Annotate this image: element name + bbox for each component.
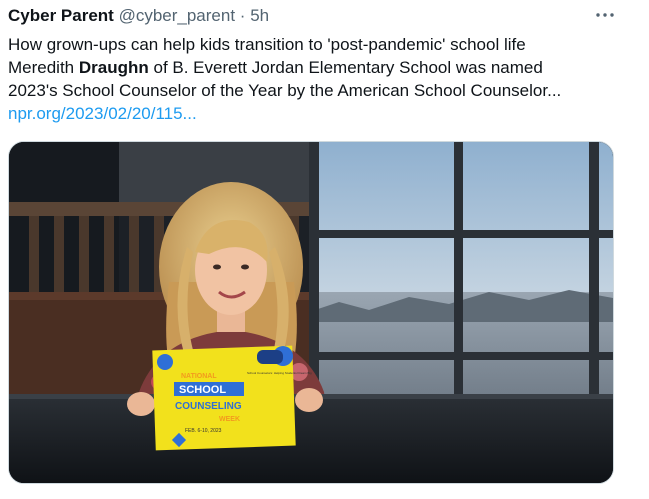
tweet-line-1: How grown-ups can help kids transition t…	[8, 35, 526, 54]
board-line-1: NATIONAL	[181, 373, 217, 380]
counseling-week-board: NATIONAL SCHOOL COUNSELING WEEK FEB. 6-1…	[152, 345, 312, 451]
board-side-text: School Counselors: Helping Students Drea…	[247, 371, 312, 375]
board-line-3: COUNSELING	[175, 401, 242, 412]
photo-illustration: NATIONAL SCHOOL COUNSELING WEEK FEB. 6-1…	[9, 142, 613, 483]
tweet-line-2: Meredith Draughn of B. Everett Jordan El…	[8, 56, 628, 79]
bold-name: Draughn	[78, 58, 149, 77]
separator-dot: ·	[239, 6, 246, 25]
tweet-card[interactable]: Cyber Parent @cyber_parent · 5h How grow…	[0, 0, 649, 499]
board-line-4: WEEK	[219, 416, 240, 423]
board-line-2: SCHOOL	[179, 384, 226, 396]
more-horizontal-icon[interactable]	[592, 4, 618, 26]
board-dates: FEB. 6-10, 2023	[185, 428, 222, 434]
tweet-line-3: 2023's School Counselor of the Year by t…	[8, 81, 562, 100]
author-name[interactable]: Cyber Parent	[8, 6, 114, 25]
tweet-text: How grown-ups can help kids transition t…	[8, 33, 628, 125]
tweet-photo[interactable]: NATIONAL SCHOOL COUNSELING WEEK FEB. 6-1…	[8, 141, 614, 484]
tweet-time[interactable]: 5h	[250, 6, 269, 25]
article-link[interactable]: npr.org/2023/02/20/115...	[8, 102, 628, 125]
author-handle[interactable]: @cyber_parent	[119, 6, 236, 25]
tweet-header: Cyber Parent @cyber_parent · 5h	[8, 5, 269, 27]
text-prefix: Meredith	[8, 58, 79, 77]
text-suffix: of B. Everett Jordan Elementary School w…	[148, 58, 543, 77]
